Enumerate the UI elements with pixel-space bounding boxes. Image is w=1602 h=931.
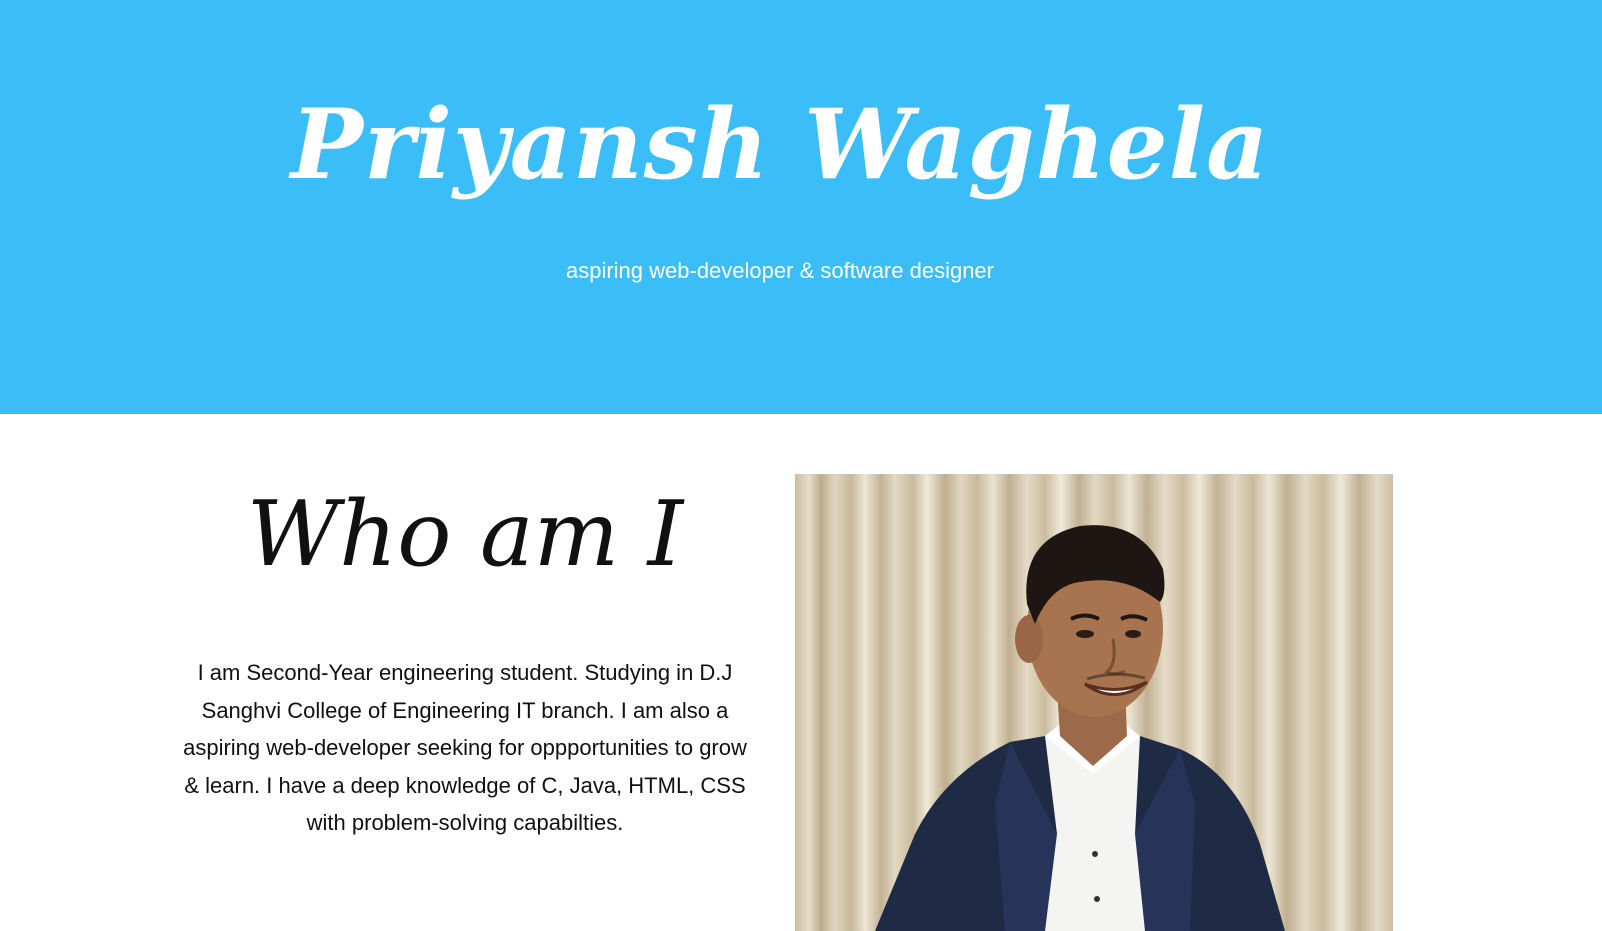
hero-banner: Priyansh Waghela aspiring web-developer … xyxy=(0,0,1602,414)
about-heading: Who am I xyxy=(246,482,684,587)
hero-tagline: aspiring web-developer & software design… xyxy=(565,258,994,283)
profile-photo-illustration xyxy=(795,474,1393,931)
portfolio-page: Priyansh Waghela aspiring web-developer … xyxy=(0,0,1602,931)
about-description: I am Second-Year engineering student. St… xyxy=(183,660,747,835)
site-owner-name: Priyansh Waghela xyxy=(290,88,1270,201)
about-section: Who am I I am Second-Year engineering st… xyxy=(0,414,1602,931)
profile-photo xyxy=(795,474,1393,931)
